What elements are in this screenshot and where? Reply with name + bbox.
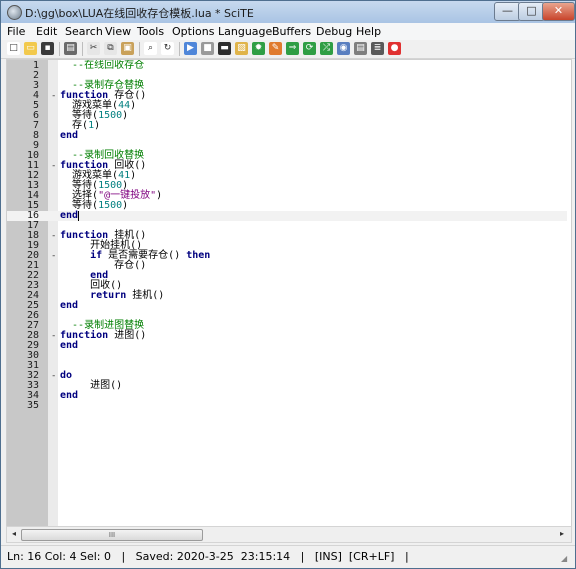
code-line[interactable]: 30 bbox=[7, 351, 567, 361]
code-line[interactable]: 24 return 挂机() bbox=[7, 291, 567, 301]
menu-edit[interactable]: Edit bbox=[36, 25, 57, 38]
code-token: ) bbox=[130, 170, 137, 181]
code-token: 1500 bbox=[98, 110, 123, 121]
code-line[interactable]: 16 end bbox=[7, 211, 567, 221]
code-line[interactable]: 28- function 进图() bbox=[7, 330, 567, 342]
status-text: Ln: 16 Col: 4 Sel: 0 | Saved: 2020-3-25 … bbox=[7, 550, 409, 563]
arrow-right-icon[interactable]: ⇒ bbox=[286, 42, 299, 55]
toolbar-separator bbox=[59, 42, 60, 56]
code-token: ) bbox=[130, 100, 137, 111]
print-icon[interactable]: ▤ bbox=[64, 42, 77, 55]
paint-icon[interactable]: ✎ bbox=[269, 42, 282, 55]
code-editor[interactable]: 1 --在线回收存仓 2 3 --录制存仓替换 4- function 存仓() 5 游戏… bbox=[6, 59, 572, 528]
code-token: 1500 bbox=[98, 200, 123, 211]
shuffle-icon[interactable]: ⤮ bbox=[320, 42, 333, 55]
code-token: ) bbox=[94, 120, 101, 131]
fold-marker-icon[interactable]: - bbox=[51, 371, 57, 381]
window-title: D:\gg\box\LUA在线回收存仓模板.lua * SciTE bbox=[25, 7, 254, 20]
code-token: 进图() bbox=[108, 330, 147, 341]
eye-icon[interactable]: ◉ bbox=[337, 42, 350, 55]
terminal-icon[interactable]: ▬ bbox=[218, 42, 231, 55]
resize-grip-icon[interactable]: ◢ bbox=[561, 554, 571, 564]
gear-icon[interactable]: ✹ bbox=[252, 42, 265, 55]
code-text: end bbox=[60, 131, 78, 141]
build-icon[interactable]: ▧ bbox=[235, 42, 248, 55]
menu-help[interactable]: Help bbox=[356, 25, 381, 38]
code-text: end bbox=[60, 341, 78, 351]
menu-bar: File Edit Search View Tools Options Lang… bbox=[1, 23, 575, 41]
toolbar-separator bbox=[139, 42, 140, 56]
scroll-left-arrow-icon[interactable]: ◂ bbox=[9, 529, 19, 539]
code-token: end bbox=[60, 340, 79, 351]
title-bar[interactable]: D:\gg\box\LUA在线回收存仓模板.lua * SciTE — □ ✕ bbox=[1, 1, 575, 24]
fold-marker-icon[interactable]: - bbox=[51, 161, 57, 171]
code-token: end bbox=[60, 210, 79, 221]
menu-options[interactable]: Options bbox=[172, 25, 214, 38]
code-line[interactable]: 31 bbox=[7, 361, 567, 371]
code-token: ) bbox=[122, 110, 129, 121]
recycle-icon[interactable]: ⟳ bbox=[303, 42, 316, 55]
toolbar-separator bbox=[82, 42, 83, 56]
code-token: ) bbox=[156, 190, 163, 201]
fold-marker-icon[interactable]: - bbox=[51, 91, 57, 101]
code-token: ) bbox=[122, 200, 129, 211]
code-token: 挂机() bbox=[126, 290, 165, 301]
code-token: end bbox=[60, 130, 79, 141]
code-line[interactable]: 7 存(1) bbox=[7, 121, 567, 131]
maximize-button[interactable]: □ bbox=[518, 2, 545, 21]
toolbar-separator bbox=[179, 42, 180, 56]
run-icon[interactable]: ▶ bbox=[184, 42, 197, 55]
fold-marker-icon[interactable]: - bbox=[51, 331, 57, 341]
code-token: end bbox=[60, 390, 79, 401]
scrollbar-thumb[interactable]: III bbox=[21, 529, 203, 541]
fold-marker-icon[interactable]: - bbox=[51, 251, 57, 261]
code-text: --在线回收存仓 bbox=[60, 61, 144, 71]
code-line[interactable]: 15 等待(1500) bbox=[7, 201, 567, 211]
code-token: end bbox=[60, 300, 79, 311]
menu-search[interactable]: Search bbox=[65, 25, 103, 38]
status-bar: Ln: 16 Col: 4 Sel: 0 | Saved: 2020-3-25 … bbox=[1, 545, 575, 567]
document-icon[interactable]: ▤ bbox=[354, 42, 367, 55]
save-icon[interactable]: ▪ bbox=[41, 42, 54, 55]
code-line[interactable]: 34 end bbox=[7, 391, 567, 401]
app-icon bbox=[7, 5, 22, 20]
line-number: 35 bbox=[26, 400, 39, 411]
code-line[interactable]: 8 end bbox=[7, 131, 567, 141]
scroll-right-arrow-icon[interactable]: ▸ bbox=[557, 529, 567, 539]
new-file-icon[interactable]: □ bbox=[7, 42, 20, 55]
text-caret bbox=[78, 211, 80, 221]
menu-tools[interactable]: Tools bbox=[137, 25, 164, 38]
menu-language[interactable]: Language bbox=[218, 25, 272, 38]
find-icon[interactable]: ⌕ bbox=[144, 42, 157, 55]
fold-marker-icon[interactable]: - bbox=[51, 231, 57, 241]
copy-icon[interactable]: ⧉ bbox=[104, 42, 117, 55]
toolbar: □ ▭ ▪ ▤ ✂ ⧉ ▣ ⌕ ↻ ▶ ■ ▬ ▧ ✹ ✎ ⇒ ⟳ ⤮ ◉ ▤ ≣ ● bbox=[1, 40, 575, 59]
code-token: --在线回收存仓 bbox=[60, 60, 145, 71]
record-icon[interactable]: ● bbox=[388, 42, 401, 55]
code-text: end bbox=[60, 301, 78, 311]
code-line[interactable]: 29 end bbox=[7, 341, 567, 351]
code-text: end bbox=[60, 210, 80, 221]
code-text: end bbox=[60, 391, 78, 401]
scite-window: D:\gg\box\LUA在线回收存仓模板.lua * SciTE — □ ✕ … bbox=[0, 0, 576, 569]
list-icon[interactable]: ≣ bbox=[371, 42, 384, 55]
replace-icon[interactable]: ↻ bbox=[161, 42, 174, 55]
code-line[interactable]: 33 进图() bbox=[7, 381, 567, 391]
code-line[interactable]: 35 bbox=[7, 401, 567, 411]
paste-icon[interactable]: ▣ bbox=[121, 42, 134, 55]
menu-file[interactable]: File bbox=[7, 25, 25, 38]
code-token: then bbox=[186, 250, 211, 261]
code-line[interactable]: 25 end bbox=[7, 301, 567, 311]
minimize-button[interactable]: — bbox=[494, 2, 521, 21]
stop-icon[interactable]: ■ bbox=[201, 42, 214, 55]
menu-view[interactable]: View bbox=[105, 25, 131, 38]
close-button[interactable]: ✕ bbox=[542, 2, 575, 21]
code-line[interactable]: 1 --在线回收存仓 bbox=[7, 61, 567, 71]
horizontal-scrollbar[interactable]: ◂ III ▸ bbox=[6, 526, 572, 543]
cut-icon[interactable]: ✂ bbox=[87, 42, 100, 55]
menu-buffers[interactable]: Buffers bbox=[272, 25, 311, 38]
open-folder-icon[interactable]: ▭ bbox=[24, 42, 37, 55]
menu-debug[interactable]: Debug bbox=[316, 25, 352, 38]
code-token: return bbox=[90, 290, 127, 301]
